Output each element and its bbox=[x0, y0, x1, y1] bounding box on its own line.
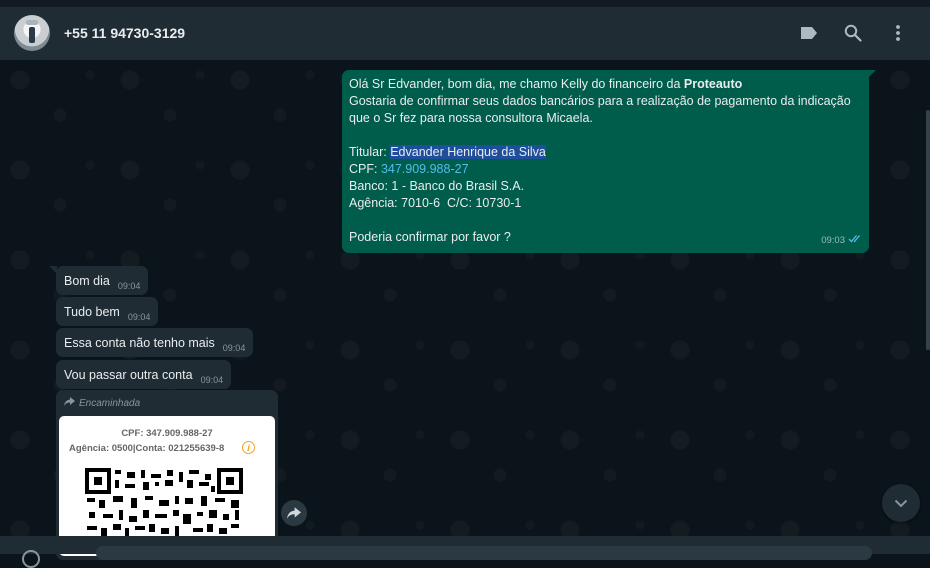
forward-arrow-icon bbox=[64, 397, 75, 409]
titular-value: Edvander Henrique da Silva bbox=[390, 145, 546, 159]
message-time: 09:04 bbox=[127, 311, 151, 322]
compose-bar bbox=[0, 536, 930, 568]
double-check-icon bbox=[848, 232, 862, 249]
cpf-link[interactable]: 347.909.988-27 bbox=[381, 162, 469, 176]
chevron-down-icon bbox=[894, 499, 908, 507]
image-agencia: Agência: 0500|Conta: 021255639-8 bbox=[69, 443, 225, 454]
avatar[interactable] bbox=[14, 15, 50, 51]
emoji-icon[interactable] bbox=[22, 550, 40, 568]
avatar-detail bbox=[26, 20, 38, 25]
titular-label: Titular: bbox=[349, 145, 391, 159]
message-meta: 09:03 bbox=[821, 232, 862, 249]
banco-line: Banco: 1 - Banco do Brasil S.A. bbox=[349, 179, 525, 193]
titular-line: Titular: Edvander Henrique da Silva bbox=[349, 144, 861, 161]
incoming-message[interactable]: Tudo bem 09:04 bbox=[56, 297, 159, 326]
chat-header: +55 11 94730-3129 bbox=[0, 7, 930, 60]
message-text: Vou passar outra conta bbox=[64, 367, 193, 382]
message-line: que o Sr fez para nossa consultora Micae… bbox=[349, 111, 593, 125]
payment-image[interactable]: CPF: 347.909.988-27 Agência: 0500|Conta:… bbox=[59, 416, 275, 556]
message-time: 09:04 bbox=[200, 374, 224, 385]
image-cpf: CPF: 347.909.988-27 bbox=[121, 428, 213, 439]
scroll-down-button[interactable] bbox=[882, 484, 920, 522]
contact-name[interactable]: +55 11 94730-3129 bbox=[64, 25, 185, 41]
agencia-line: Agência: 7010-6 C/C: 10730-1 bbox=[349, 196, 522, 210]
outgoing-message[interactable]: Olá Sr Edvander, bom dia, me chamo Kelly… bbox=[342, 70, 876, 253]
cpf-line: CPF: 347.909.988-27 bbox=[349, 161, 861, 178]
message-text: Olá Sr Edvander, bom dia, me chamo Kelly… bbox=[349, 77, 684, 91]
top-strip bbox=[0, 0, 930, 7]
forward-button[interactable] bbox=[281, 500, 307, 526]
scrollbar[interactable] bbox=[926, 110, 930, 350]
message-line: Gostaria de confirmar seus dados bancári… bbox=[349, 94, 851, 108]
incoming-message[interactable]: Essa conta não tenho mais 09:04 bbox=[56, 328, 254, 357]
avatar-figure bbox=[29, 27, 35, 43]
forwarded-text: Encaminhada bbox=[79, 397, 141, 409]
message-time: 09:03 bbox=[821, 235, 845, 246]
forward-arrow-icon bbox=[287, 507, 301, 519]
forwarded-label: Encaminhada bbox=[64, 397, 140, 409]
incoming-message[interactable]: Vou passar outra conta 09:04 bbox=[56, 360, 232, 389]
message-text: Tudo bem bbox=[64, 304, 120, 319]
incoming-message[interactable]: Bom dia 09:04 bbox=[49, 266, 149, 295]
message-line: Olá Sr Edvander, bom dia, me chamo Kelly… bbox=[349, 76, 861, 93]
menu-icon[interactable] bbox=[886, 21, 910, 45]
info-icon: i bbox=[242, 441, 255, 454]
closing-line: Poderia confirmar por favor ? bbox=[349, 230, 511, 244]
cpf-label: CPF: bbox=[349, 162, 381, 176]
label-icon[interactable] bbox=[797, 21, 821, 45]
bubble-tail bbox=[868, 70, 876, 78]
message-input[interactable] bbox=[96, 546, 872, 560]
search-icon[interactable] bbox=[841, 21, 865, 45]
message-text: Bom dia bbox=[64, 273, 110, 288]
message-text: Essa conta não tenho mais bbox=[64, 335, 215, 350]
message-time: 09:04 bbox=[222, 342, 246, 353]
company-name: Proteauto bbox=[683, 77, 743, 91]
forwarded-image-message[interactable]: Encaminhada CPF: 347.909.988-27 Agência:… bbox=[56, 390, 278, 560]
message-time: 09:04 bbox=[117, 280, 141, 291]
bubble-tail bbox=[49, 266, 57, 274]
